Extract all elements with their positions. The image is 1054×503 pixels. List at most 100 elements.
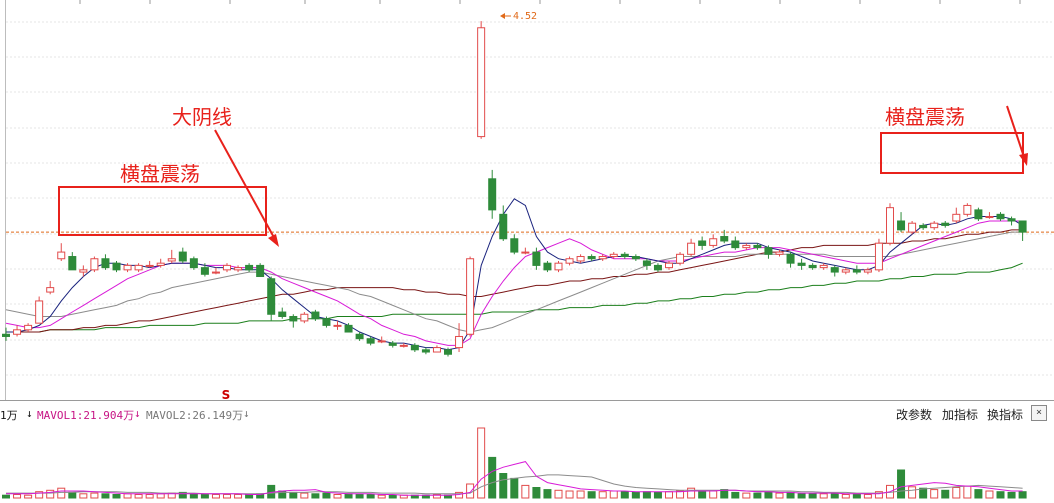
candle [964, 203, 971, 216]
candle [743, 243, 750, 250]
candle [268, 277, 275, 321]
candle-body [433, 348, 440, 352]
candle [953, 208, 960, 224]
volume-chart-panel[interactable] [0, 426, 1054, 499]
volume-bar [1019, 492, 1026, 498]
volume-bar [787, 492, 794, 498]
candle-body [887, 208, 894, 244]
candle-body [511, 239, 518, 252]
candle [798, 259, 805, 270]
sideways-label-left: 横盘震荡 [120, 158, 200, 187]
candle [246, 263, 253, 272]
volume-bar [953, 488, 960, 499]
candle-body [400, 345, 407, 346]
volume-bar [80, 494, 87, 498]
candle [920, 223, 927, 230]
add-indicator-button[interactable]: 加指标 [942, 406, 978, 423]
candlestick-series [3, 21, 1027, 356]
candle [566, 257, 573, 266]
volume-bar [820, 494, 827, 498]
candle [621, 252, 628, 259]
candle-body [58, 252, 65, 259]
volume-bar [500, 474, 507, 499]
candle [654, 263, 661, 272]
candle [931, 221, 938, 230]
candle-body [367, 339, 374, 343]
candle-body [953, 214, 960, 221]
volume-bar [621, 492, 628, 498]
volume-bar [588, 492, 595, 498]
candle-body [257, 265, 264, 276]
volume-bar [124, 494, 131, 498]
candle [544, 261, 551, 272]
volume-bar [831, 494, 838, 498]
volume-bar [643, 492, 650, 498]
price-chart[interactable]: 4.52 S [0, 0, 1054, 400]
volume-bar [997, 492, 1004, 498]
candle-body [743, 245, 750, 247]
volume-bar [853, 494, 860, 498]
price-chart-panel[interactable]: 4.52 S 大阴线 横盘震荡 横盘震荡 [0, 0, 1054, 400]
candle [3, 328, 10, 341]
volume-bar [334, 495, 341, 499]
candle-body [632, 257, 639, 259]
volume-bar [566, 491, 573, 498]
volume-bar [190, 494, 197, 498]
candle-body [168, 259, 175, 261]
candle-body [124, 265, 131, 269]
candle [942, 221, 949, 228]
candle [290, 314, 297, 327]
candle-body [14, 330, 21, 334]
candle-body [942, 223, 949, 225]
volume-bar [986, 491, 993, 498]
candle-body [224, 265, 231, 269]
candle-body [135, 265, 142, 269]
down-arrow-icon: ↓ [134, 407, 141, 420]
switch-indicator-button[interactable]: 换指标 [987, 406, 1023, 423]
candle-body [80, 270, 87, 272]
candle-body [268, 279, 275, 315]
candle-body [478, 28, 485, 137]
volume-bar [632, 492, 639, 498]
candle-body [113, 263, 120, 270]
candle-body [323, 319, 330, 326]
candle [179, 248, 186, 264]
candle [433, 345, 440, 352]
edit-params-button[interactable]: 改参数 [896, 406, 932, 423]
volume-bar [301, 493, 308, 498]
volume-bars [3, 428, 1027, 498]
high-price-label: 4.52 [513, 11, 537, 22]
candle [643, 259, 650, 270]
volume-bar [577, 491, 584, 498]
volume-bar [864, 495, 871, 499]
volume-bar [135, 495, 142, 499]
candle-body [411, 345, 418, 349]
mavol2-value: MAVOL2:26.149万 [146, 407, 243, 423]
volume-bar [312, 494, 319, 498]
candle [555, 261, 562, 272]
candle [69, 252, 76, 270]
volume-bar [113, 495, 120, 499]
volume-bar [522, 485, 529, 498]
down-arrow-icon: ↓ [26, 407, 33, 420]
volume-bar [610, 491, 617, 498]
candle-body [654, 265, 661, 269]
ma5-line [6, 199, 1023, 350]
volume-bar [14, 495, 21, 499]
candle [898, 212, 905, 232]
candle-body [964, 205, 971, 214]
candle-body [909, 223, 916, 232]
volume-bar [246, 495, 253, 499]
candle [975, 208, 982, 221]
volume-bar [776, 493, 783, 498]
close-indicator-button[interactable]: × [1031, 405, 1047, 421]
candle-body [975, 210, 982, 219]
volume-bar [555, 490, 562, 498]
candle [235, 265, 242, 272]
volume-bar [931, 490, 938, 498]
candle-body [212, 272, 219, 273]
candle-body [47, 288, 54, 292]
candle-body [1019, 221, 1026, 232]
candle-body [25, 325, 32, 329]
candle-body [787, 254, 794, 263]
